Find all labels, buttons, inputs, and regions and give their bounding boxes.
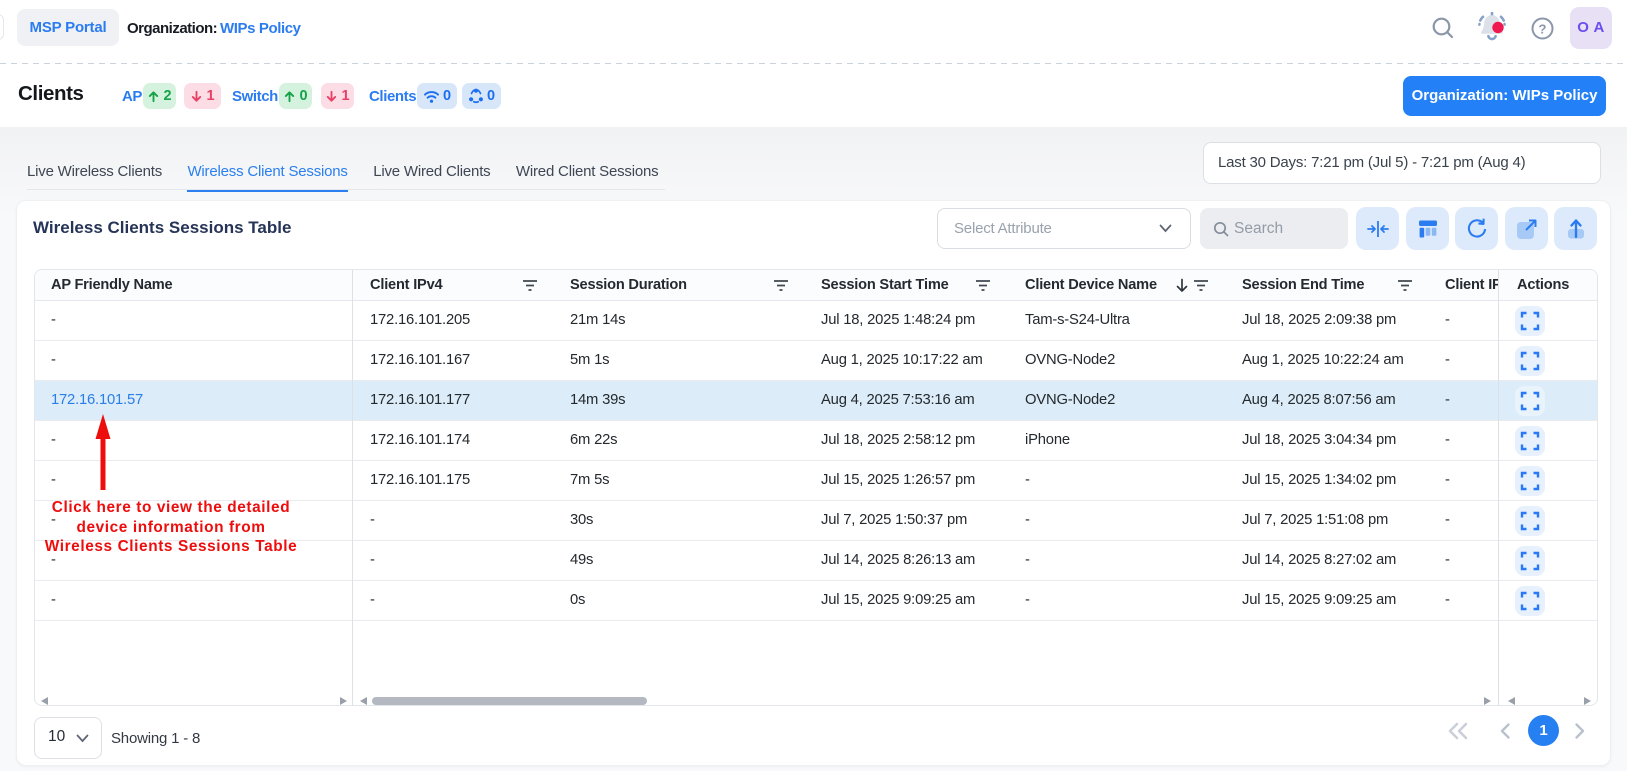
svg-text:?: ? (1539, 21, 1547, 36)
